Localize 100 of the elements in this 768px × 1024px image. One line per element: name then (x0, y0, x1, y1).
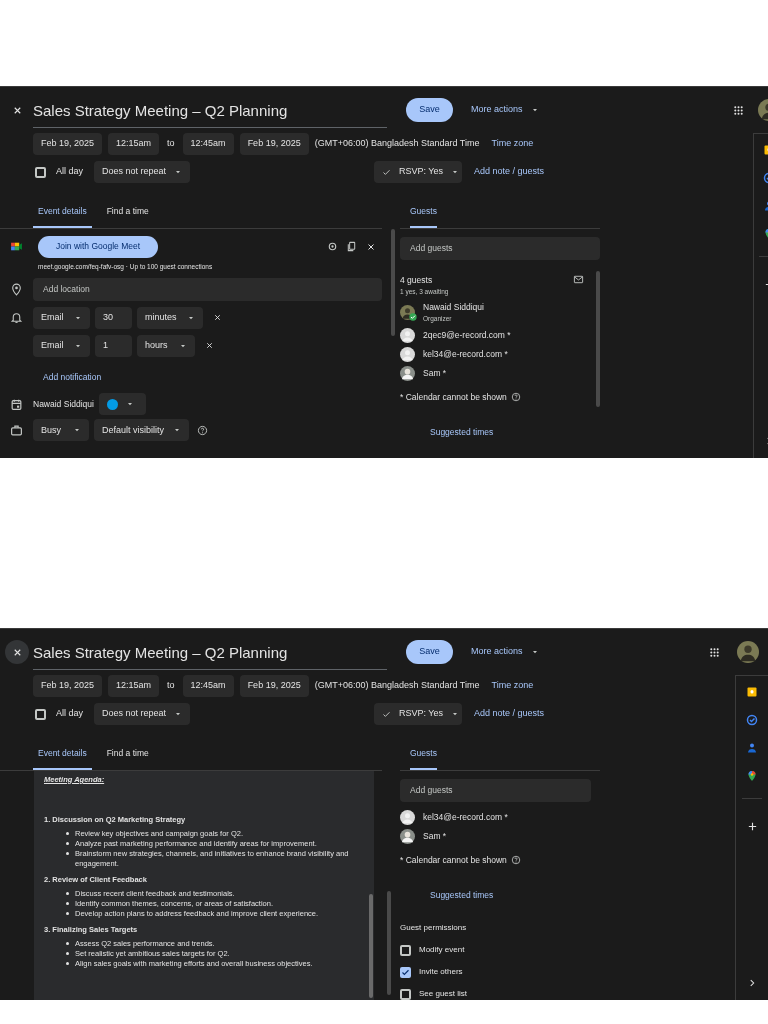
calendar-note: * Calendar cannot be shown (400, 390, 507, 404)
check-icon (382, 167, 391, 177)
join-meet-button[interactable]: Join with Google Meet (38, 235, 159, 258)
tab[interactable]: Find a time (101, 205, 154, 228)
briefcase-icon (10, 423, 23, 437)
description-field[interactable] (34, 770, 374, 1000)
rsvp-dropdown[interactable]: RSVP: Yes (374, 161, 462, 183)
add-note-link[interactable]: Add note / guests (474, 165, 545, 179)
date-field[interactable]: Feb 19, 2025 (33, 133, 103, 155)
bullet-icon (66, 852, 69, 856)
avatar-icon[interactable] (737, 641, 759, 663)
more-actions-button[interactable]: More actions (471, 103, 539, 117)
repeat-dropdown[interactable]: Does not repeat (94, 703, 190, 725)
all-day-label: All day (56, 707, 83, 721)
add-guests-field[interactable]: Add guests (400, 236, 600, 260)
bullet-icon (66, 902, 69, 906)
unit-dropdown[interactable]: hours (137, 334, 195, 357)
help-icon[interactable] (197, 424, 208, 436)
person-icon[interactable] (746, 742, 758, 754)
suggested-times-link[interactable]: Suggested times (430, 425, 596, 439)
add-guests-field[interactable]: Add guests (400, 778, 591, 802)
bullet-icon (66, 892, 69, 896)
check-icon (401, 967, 410, 977)
bullet-icon (66, 842, 69, 846)
to-label: to (166, 137, 176, 151)
scrollbar[interactable] (387, 890, 391, 995)
scrollbar[interactable] (369, 894, 373, 998)
copy-icon[interactable] (346, 241, 357, 253)
color-dropdown[interactable] (98, 393, 146, 416)
checkbox[interactable] (35, 708, 46, 720)
date-field[interactable]: Feb 19, 2025 (239, 675, 309, 697)
title-field[interactable]: Sales Strategy Meeting – Q2 Planning (33, 92, 387, 128)
note-icon[interactable] (746, 686, 758, 698)
guest-name[interactable]: 2qec9@e-record.com * (423, 328, 511, 342)
gear-icon[interactable] (327, 241, 338, 253)
add-notification-link[interactable]: Add notification (43, 370, 382, 384)
guest-name[interactable]: kel34@e-record.com * (423, 810, 508, 824)
scrollbar[interactable] (596, 270, 600, 407)
caret-icon (530, 648, 539, 656)
task-check-icon[interactable] (746, 714, 758, 726)
method-dropdown[interactable]: Email (33, 334, 90, 357)
bullet-icon (66, 832, 69, 836)
location-field[interactable]: Add location (33, 277, 382, 301)
number-field[interactable]: 1 (95, 334, 132, 357)
close-icon[interactable] (213, 313, 222, 322)
caret-icon (174, 168, 183, 176)
calendar-owner-label: Nawaid Siddiqui (33, 397, 94, 411)
checkbox[interactable] (400, 944, 411, 956)
check-icon (382, 709, 391, 719)
time-field[interactable]: 12:45am (182, 675, 234, 697)
tab[interactable]: Find a time (101, 747, 154, 770)
guest-name[interactable]: kel34@e-record.com * (423, 347, 508, 361)
save-button[interactable]: Save (406, 640, 453, 664)
number-field[interactable]: 30 (95, 306, 132, 329)
guest-name[interactable]: Sam * (423, 829, 447, 843)
tab[interactable]: Guests (410, 205, 437, 228)
help-icon[interactable] (510, 392, 521, 403)
avatar-icon (400, 828, 415, 844)
checkbox[interactable] (400, 988, 411, 1000)
time-field[interactable]: 12:45am (182, 133, 234, 155)
title-field[interactable]: Sales Strategy Meeting – Q2 Planning (33, 634, 387, 670)
time-zone-link[interactable]: Time zone (491, 679, 534, 693)
calendar-icon (10, 397, 23, 411)
scrollbar[interactable] (391, 228, 395, 336)
date-field[interactable]: Feb 19, 2025 (33, 675, 103, 697)
time-zone-link[interactable]: Time zone (491, 137, 534, 151)
more-actions-button[interactable]: More actions (471, 645, 539, 659)
repeat-dropdown[interactable]: Does not repeat (94, 161, 190, 183)
status-dropdown[interactable]: Busy (33, 419, 89, 442)
visibility-dropdown[interactable]: Default visibility (94, 419, 189, 442)
all-day-label: All day (56, 165, 83, 179)
avatar-icon (400, 809, 415, 825)
tab[interactable]: Event details (33, 747, 92, 770)
checkbox[interactable] (400, 966, 411, 978)
guest-name[interactable]: Nawaid Siddiqui (423, 301, 484, 314)
rsvp-dropdown[interactable]: RSVP: Yes (374, 703, 462, 725)
suggested-times-link[interactable]: Suggested times (430, 888, 591, 902)
caret-icon (530, 106, 539, 114)
close-icon[interactable] (205, 341, 214, 350)
mail-icon[interactable] (573, 273, 584, 285)
close-icon[interactable] (366, 241, 376, 252)
guest-name[interactable]: Sam * (423, 366, 447, 380)
save-button[interactable]: Save (406, 98, 453, 122)
tab[interactable]: Event details (33, 205, 92, 228)
date-field[interactable]: Feb 19, 2025 (239, 133, 309, 155)
method-dropdown[interactable]: Email (33, 306, 90, 329)
tab[interactable]: Guests (410, 747, 437, 770)
bullet-icon (66, 952, 69, 956)
help-icon[interactable] (510, 855, 521, 866)
map-pin-icon[interactable] (746, 770, 758, 782)
checkbox[interactable] (35, 166, 46, 178)
close-button[interactable] (5, 640, 29, 664)
apps-grid-icon[interactable] (733, 104, 744, 116)
time-field[interactable]: 12:15am (108, 675, 160, 697)
unit-dropdown[interactable]: minutes (137, 306, 203, 329)
apps-grid-icon[interactable] (709, 646, 720, 658)
avatar-icon (400, 327, 415, 343)
add-note-link[interactable]: Add note / guests (474, 707, 545, 721)
timezone-label: (GMT+06:00) Bangladesh Standard Time (314, 679, 480, 693)
time-field[interactable]: 12:15am (108, 133, 160, 155)
